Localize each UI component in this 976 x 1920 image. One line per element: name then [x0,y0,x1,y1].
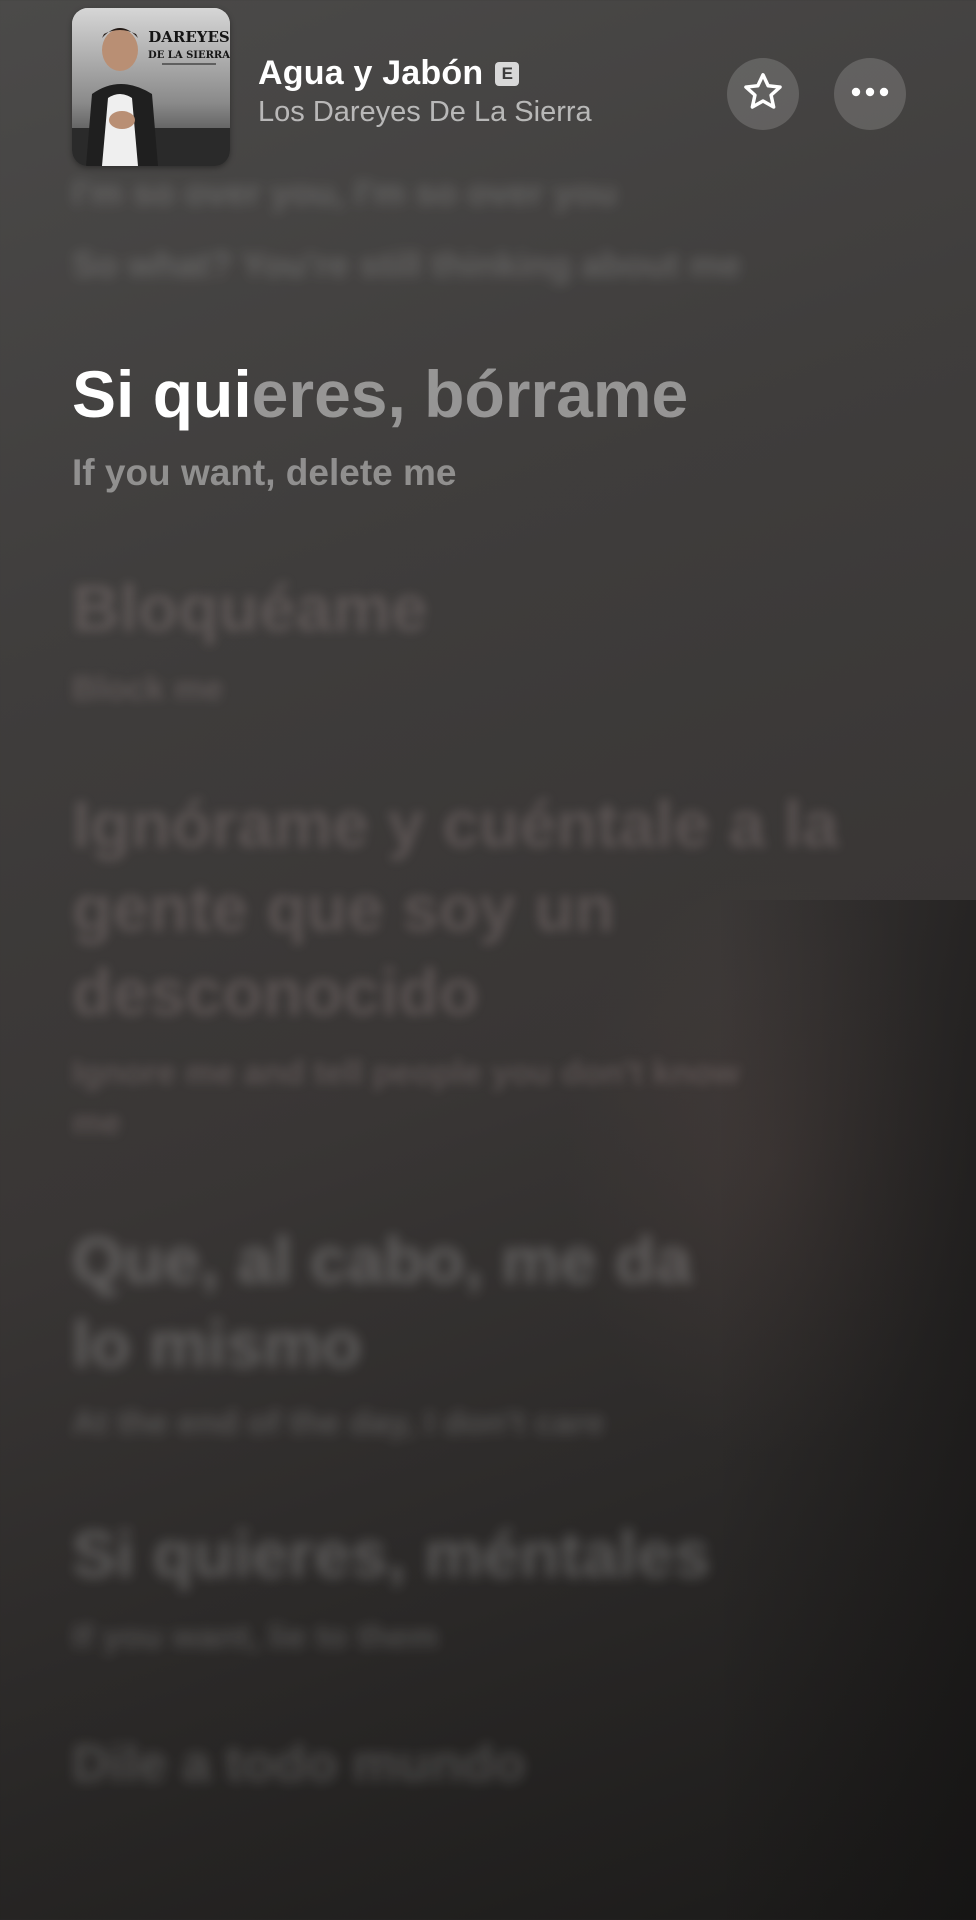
artist-name[interactable]: Los Dareyes De La Sierra [258,96,592,129]
lyric-line[interactable]: Bloquéame [72,566,892,650]
more-options-button[interactable] [834,58,906,130]
lyric-translation: At the end of the day, I don't care [72,1404,605,1442]
lyric-line[interactable]: Que, al cabo, me da lo mismo [72,1218,722,1386]
svg-text:DAREYES: DAREYES [148,28,230,46]
lyric-line-previous[interactable]: I'm so over you, I'm so over you [72,168,872,218]
now-playing-header: DAREYES DE LA SIERRA Agua y Jabón E Los … [0,0,976,175]
lyric-translation: If you want, lie to them [72,1618,439,1656]
favorite-button[interactable] [727,58,799,130]
album-artwork[interactable]: DAREYES DE LA SIERRA [72,8,230,166]
lyric-line-active[interactable]: Si quieres, bórrame [72,352,688,436]
lyric-translation-active: If you want, delete me [72,452,457,493]
svg-text:DE LA SIERRA: DE LA SIERRA [148,50,230,61]
lyric-line[interactable]: Dile a todo mundo [72,1722,526,1806]
lyric-translation: Ignore me and tell people you don't know… [72,1054,740,1142]
lyric-line[interactable]: Si quieres, méntales [72,1512,892,1596]
explicit-badge: E [495,61,520,86]
lyric-sung-part: Si qui [72,357,252,431]
lyric-line-previous[interactable]: So what? You're still thinking about me [72,240,741,290]
song-title[interactable]: Agua y Jabón [258,54,483,93]
lyric-translation: Block me [72,670,224,708]
lyric-line[interactable]: Ignórame y cuéntale a la gente que soy u… [72,782,892,1034]
song-title-row: Agua y Jabón E [258,54,520,93]
star-outline-icon [741,70,785,119]
lyric-unsung-part: eres, bórrame [251,357,689,431]
ellipsis-icon [850,85,890,103]
